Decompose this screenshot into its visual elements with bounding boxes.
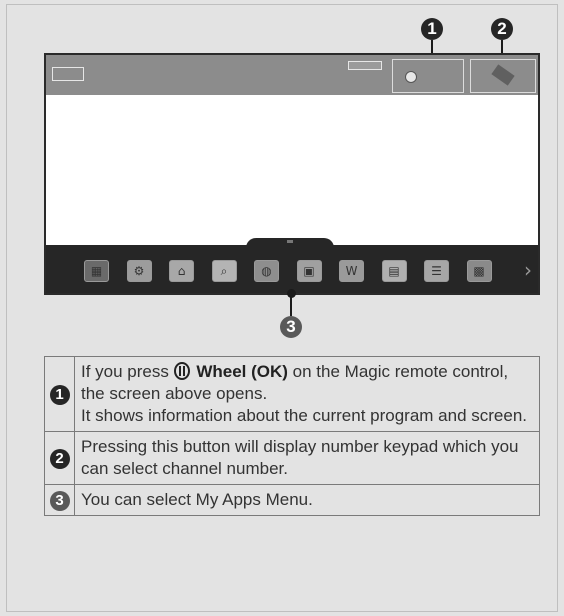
callout-2: 2 xyxy=(491,18,513,40)
row-number-2: 2 xyxy=(49,449,70,469)
callout-3: 3 xyxy=(280,316,302,338)
picture-icon[interactable]: ▤ xyxy=(381,260,407,282)
input-label-box xyxy=(52,67,84,81)
row-text-cell: Pressing this button will display number… xyxy=(74,431,540,485)
number-keypad-button[interactable] xyxy=(470,59,536,93)
row-1-wheel-label: Wheel (OK) xyxy=(196,362,288,381)
row-1-text-line2: It shows information about the current p… xyxy=(81,406,528,425)
chevron-right-icon[interactable]: › xyxy=(524,258,532,282)
media-icon[interactable]: ▣ xyxy=(296,260,322,282)
row-1-text-pre: If you press xyxy=(81,362,174,381)
row-number-cell: 2 xyxy=(44,431,75,485)
remote-keypad-icon xyxy=(491,64,515,86)
search-icon[interactable]: ⌕ xyxy=(211,260,237,282)
program-info-box xyxy=(348,61,382,70)
row-text-cell: If you press Wheel (OK) on the Magic rem… xyxy=(74,356,540,432)
photo-icon[interactable]: ▩ xyxy=(466,260,492,282)
globe-icon[interactable]: ◍ xyxy=(254,260,279,282)
tab-handle-icon xyxy=(287,240,293,243)
home-icon[interactable]: ⌂ xyxy=(169,260,194,282)
row-number-cell: 1 xyxy=(44,356,75,432)
info-button[interactable] xyxy=(392,59,464,93)
row-number-1: 1 xyxy=(49,385,70,405)
info-top-bar xyxy=(46,55,538,95)
row-2-text: Pressing this button will display number… xyxy=(81,437,519,478)
callout-3-leader xyxy=(290,296,292,316)
wheel-icon xyxy=(173,362,190,380)
description-table: 1 If you press Wheel (OK) on the Magic r… xyxy=(44,356,540,516)
settings-icon[interactable]: ⚙ xyxy=(126,260,152,282)
my-apps-tab[interactable] xyxy=(246,238,334,248)
row-number-3: 3 xyxy=(49,491,70,511)
clock-icon xyxy=(405,71,417,83)
document-icon[interactable]: ☰ xyxy=(424,260,449,282)
table-row: 3 You can select My Apps Menu. xyxy=(44,484,540,516)
channel-list-icon[interactable]: ▦ xyxy=(84,260,109,282)
tv-screen: › ▦ ⚙ ⌂ ⌕ ◍ ▣ W ▤ ☰ ▩ xyxy=(44,53,540,295)
my-apps-bar: › ▦ ⚙ ⌂ ⌕ ◍ ▣ W ▤ ☰ ▩ xyxy=(46,238,538,293)
callout-1: 1 xyxy=(421,18,443,40)
row-3-text: You can select My Apps Menu. xyxy=(81,490,313,509)
row-text-cell: You can select My Apps Menu. xyxy=(74,484,540,516)
row-number-cell: 3 xyxy=(44,484,75,516)
table-row: 1 If you press Wheel (OK) on the Magic r… xyxy=(44,356,540,432)
w-app-icon[interactable]: W xyxy=(339,260,364,282)
table-row: 2 Pressing this button will display numb… xyxy=(44,431,540,485)
